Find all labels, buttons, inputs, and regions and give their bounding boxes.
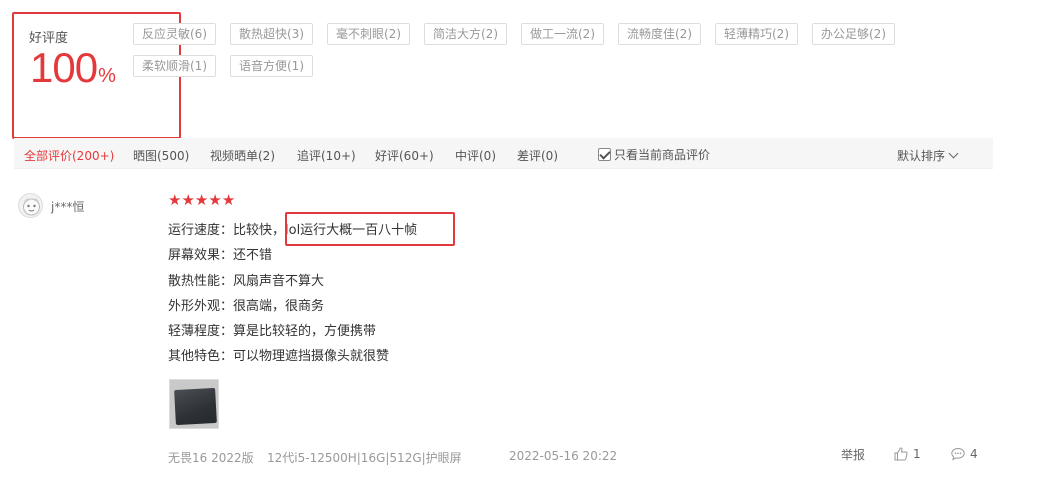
star-icon: ★ bbox=[181, 191, 195, 209]
review-tags: 反应灵敏(6) 散热超快(3) 毫不刺眼(2) 简洁大方(2) 做工一流(2) … bbox=[133, 23, 923, 87]
avatar[interactable] bbox=[18, 193, 43, 218]
filter-medium[interactable]: 中评(0) bbox=[455, 147, 496, 164]
star-icon: ★ bbox=[168, 191, 182, 209]
positive-rate-number: 100 bbox=[30, 44, 98, 91]
review-tag[interactable]: 轻薄精巧(2) bbox=[715, 23, 798, 45]
filter-videos[interactable]: 视频晒单(2) bbox=[210, 147, 275, 164]
thumbs-up-icon bbox=[894, 447, 908, 461]
review-line: 轻薄程度：算是比较轻的，方便携带 bbox=[168, 324, 377, 340]
like-button[interactable]: 1 bbox=[893, 446, 921, 462]
comment-button[interactable]: 4 bbox=[950, 446, 978, 462]
star-icon: ★ bbox=[208, 191, 222, 209]
only-current-checkbox[interactable] bbox=[598, 148, 611, 161]
report-label: 举报 bbox=[841, 448, 866, 462]
sort-dropdown[interactable]: 默认排序 bbox=[897, 147, 959, 164]
reviewer-name: j***恒 bbox=[51, 200, 85, 214]
review-line: 屏幕效果：还不错 bbox=[168, 248, 273, 264]
review-line: 外形外观：很高端，很商务 bbox=[168, 298, 325, 314]
user-avatar-icon bbox=[23, 198, 40, 216]
review-line: 其他特色：可以物理遮挡摄像头就很赞 bbox=[168, 349, 390, 365]
review-tag[interactable]: 毫不刺眼(2) bbox=[327, 23, 410, 45]
filter-followup[interactable]: 追评(10+) bbox=[297, 147, 356, 164]
star-icon: ★ bbox=[221, 191, 236, 209]
report-link[interactable]: 举报 bbox=[841, 446, 865, 463]
review-line: 散热性能：风扇声音不算大 bbox=[168, 273, 325, 289]
positive-rate-unit: % bbox=[98, 65, 116, 87]
review-content: 运行速度：比较快，lol运行大概一百八十帧 屏幕效果：还不错 散热性能：风扇声音… bbox=[168, 222, 417, 374]
only-current-label: 只看当前商品评价 bbox=[614, 148, 711, 162]
chevron-down-icon bbox=[948, 148, 959, 159]
star-rating: ★ ★ ★ ★ ★ bbox=[168, 193, 235, 208]
laptop-photo bbox=[174, 387, 217, 426]
like-count: 1 bbox=[913, 447, 921, 461]
review-tag[interactable]: 语音方便(1) bbox=[230, 55, 313, 77]
review-filter-bar: 全部评价(200+) 晒图(500) 视频晒单(2) 追评(10+) 好评(60… bbox=[14, 138, 993, 169]
review-tag[interactable]: 反应灵敏(6) bbox=[133, 23, 216, 45]
comment-icon bbox=[951, 447, 965, 461]
review-tag[interactable]: 简洁大方(2) bbox=[424, 23, 507, 45]
filter-photos[interactable]: 晒图(500) bbox=[133, 147, 189, 164]
sort-label: 默认排序 bbox=[897, 149, 946, 163]
review-photo-thumbnail[interactable] bbox=[169, 379, 219, 429]
review-tag[interactable]: 办公足够(2) bbox=[812, 23, 895, 45]
filter-bad[interactable]: 差评(0) bbox=[517, 147, 558, 164]
product-name: 无畏16 2022版 bbox=[168, 451, 254, 465]
review-tag[interactable]: 柔软顺滑(1) bbox=[133, 55, 216, 77]
review-tag[interactable]: 流畅度佳(2) bbox=[618, 23, 701, 45]
review-tag[interactable]: 做工一流(2) bbox=[521, 23, 604, 45]
review-date: 2022-05-16 20:22 bbox=[509, 449, 618, 463]
comment-count: 4 bbox=[970, 447, 978, 461]
product-spec: 12代i5-12500H|16G|512G|护眼屏 bbox=[267, 451, 462, 465]
filter-good[interactable]: 好评(60+) bbox=[375, 147, 434, 164]
review-tag[interactable]: 散热超快(3) bbox=[230, 23, 313, 45]
star-icon: ★ bbox=[194, 191, 209, 209]
only-current-product-toggle[interactable]: 只看当前商品评价 bbox=[598, 146, 710, 163]
review-line: 运行速度：比较快，lol运行大概一百八十帧 bbox=[168, 223, 418, 238]
positive-rate-value: 100% bbox=[30, 44, 116, 92]
filter-all[interactable]: 全部评价(200+) bbox=[24, 147, 114, 164]
